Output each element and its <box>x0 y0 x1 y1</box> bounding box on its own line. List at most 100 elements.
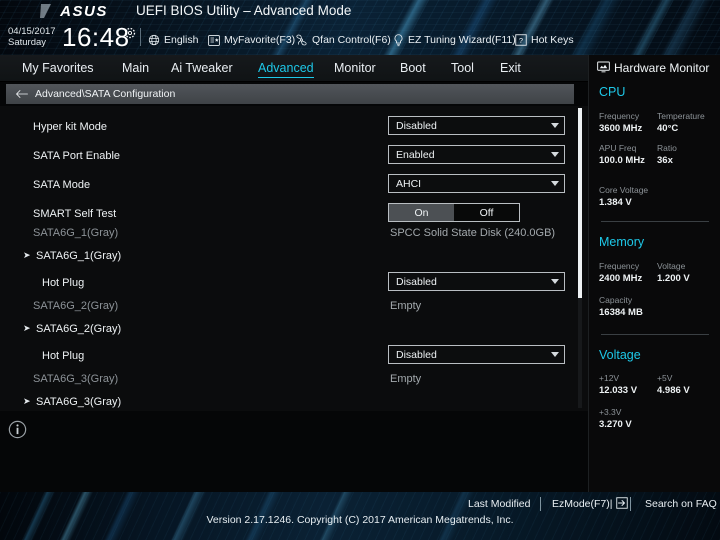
header-item-label: Hot Keys <box>531 34 574 46</box>
tab-label: My Favorites <box>22 61 94 75</box>
dropdown-sata-mode[interactable]: AHCI <box>388 174 565 193</box>
hw-group-title-memory: Memory <box>599 235 645 249</box>
tab-main[interactable]: Main <box>122 55 149 82</box>
tab-exit[interactable]: Exit <box>500 55 521 82</box>
hw-key: +5V <box>657 373 673 383</box>
header-item-label: Qfan Control(F6) <box>312 34 391 46</box>
svg-text:?: ? <box>519 36 523 45</box>
hardware-monitor-title: Hardware Monitor <box>597 60 709 76</box>
hw-value: 4.986 V <box>657 385 690 396</box>
bios-screen: ASUS UEFI BIOS Utility – Advanced Mode 0… <box>0 0 720 540</box>
hw-value: 1.384 V <box>599 197 632 208</box>
header-item-label: MyFavorite(F3) <box>224 34 296 46</box>
submenu-arrow-icon: ➤ <box>23 323 31 333</box>
header-item-label: English <box>164 34 199 46</box>
header-item-qfan-control[interactable]: Qfan Control(F6) <box>295 32 391 48</box>
footer-ez-mode[interactable]: EzMode(F7)| <box>552 496 628 512</box>
date-text: 04/15/2017 <box>8 26 56 37</box>
submenu-arrow-icon: ➤ <box>23 250 31 260</box>
setting-label-sata-port-enable: SATA Port Enable <box>33 150 121 162</box>
setting-label-sata6g-2-menu[interactable]: SATA6G_2(Gray) <box>36 316 121 342</box>
setting-row: Hyper kit Mode Disabled <box>0 114 588 140</box>
footer-search-faq[interactable]: Search on FAQ <box>645 496 717 512</box>
chevron-down-icon <box>551 181 559 186</box>
hw-group-title-cpu: CPU <box>599 85 626 99</box>
breadcrumb-path: Advanced\SATA Configuration <box>35 88 176 100</box>
hw-value: 16384 MB <box>599 307 643 318</box>
tab-label: Tool <box>451 61 474 75</box>
header-bar: ASUS UEFI BIOS Utility – Advanced Mode 0… <box>0 0 720 55</box>
tab-monitor[interactable]: Monitor <box>334 55 376 82</box>
date-display: 04/15/2017 Saturday <box>8 26 56 48</box>
hw-value: 3.270 V <box>599 419 632 430</box>
weekday-text: Saturday <box>8 37 47 48</box>
sidebar-divider <box>601 221 709 222</box>
sidebar-divider <box>601 334 709 335</box>
setting-row: ➤ SATA6G_2(Gray) <box>0 316 588 342</box>
info-icon[interactable] <box>8 420 27 444</box>
hw-value: 12.033 V <box>599 385 638 396</box>
setting-label-hyper-kit-mode: Hyper kit Mode <box>33 121 107 133</box>
hardware-monitor-label: Hardware Monitor <box>614 61 710 75</box>
chevron-down-icon <box>551 279 559 284</box>
hw-key: Temperature <box>657 111 705 121</box>
gear-icon[interactable] <box>124 27 136 39</box>
dropdown-hot-plug-1[interactable]: Disabled <box>388 272 565 291</box>
asus-logo: ASUS <box>60 2 108 20</box>
footer-divider <box>630 497 631 511</box>
dropdown-hyper-kit-mode[interactable]: Disabled <box>388 116 565 135</box>
header-item-english[interactable]: English <box>148 32 198 48</box>
scrollbar-thumb[interactable] <box>578 108 582 298</box>
setting-label-sata6g-1-menu[interactable]: SATA6G_1(Gray) <box>36 243 121 269</box>
dropdown-value: Enabled <box>396 148 435 161</box>
hw-key: Capacity <box>599 295 633 305</box>
setting-row: ➤ SATA6G_3(Gray) <box>0 389 588 411</box>
hw-key: Core Voltage <box>599 185 649 195</box>
header-item-hot-keys[interactable]: ? Hot Keys <box>515 32 574 48</box>
header-item-label: EZ Tuning Wizard(F11) <box>408 34 516 46</box>
dropdown-hot-plug-2[interactable]: Disabled <box>388 345 565 364</box>
hw-key: APU Freq <box>599 143 637 153</box>
dropdown-sata-port-enable[interactable]: Enabled <box>388 145 565 164</box>
footer-bar: Version 2.17.1246. Copyright (C) 2017 Am… <box>0 492 720 540</box>
question-box-icon: ? <box>515 34 527 46</box>
tab-boot[interactable]: Boot <box>400 55 426 82</box>
tab-my-favorites[interactable]: My Favorites <box>22 55 94 82</box>
hw-key: +12V <box>599 373 620 383</box>
monitor-icon <box>597 61 610 76</box>
hardware-monitor-panel: Hardware Monitor CPU Frequency 3600 MHz Tem… <box>588 55 720 492</box>
toggle-option-off[interactable]: Off <box>454 204 519 221</box>
star-list-icon <box>208 34 220 46</box>
tab-advanced[interactable]: Advanced <box>258 55 314 82</box>
fan-icon <box>295 34 308 46</box>
hw-value: 40°C <box>657 123 679 134</box>
tab-tool[interactable]: Tool <box>451 55 474 82</box>
hw-value: 3600 MHz <box>599 123 643 134</box>
chevron-down-icon <box>551 152 559 157</box>
header-item-ez-tuning-wizard[interactable]: EZ Tuning Wizard(F11) <box>393 32 516 48</box>
tab-label: Advanced <box>258 61 314 75</box>
header-item-myfavorite[interactable]: MyFavorite(F3) <box>208 32 295 48</box>
hw-value: 2400 MHz <box>599 273 643 284</box>
chevron-down-icon <box>551 352 559 357</box>
back-arrow-icon[interactable] <box>15 89 28 99</box>
tab-ai-tweaker[interactable]: Ai Tweaker <box>171 55 233 82</box>
globe-icon <box>148 34 160 46</box>
dropdown-value: Disabled <box>396 275 437 288</box>
chevron-down-icon <box>551 123 559 128</box>
tab-label: Ai Tweaker <box>171 61 233 75</box>
tab-label: Monitor <box>334 61 376 75</box>
toggle-option-on[interactable]: On <box>389 204 454 221</box>
setting-label-sata6g-3-menu[interactable]: SATA6G_3(Gray) <box>36 389 121 411</box>
setting-row: SATA Mode AHCI <box>0 172 588 198</box>
footer-last-modified[interactable]: Last Modified <box>468 496 530 512</box>
footer-item-label: Search on FAQ <box>645 498 717 510</box>
exit-arrow-icon <box>615 496 628 512</box>
hw-value: 36x <box>657 155 673 166</box>
dropdown-value: AHCI <box>396 177 422 190</box>
breadcrumb[interactable]: Advanced\SATA Configuration <box>6 84 574 104</box>
tab-label: Main <box>122 61 150 75</box>
page-title: UEFI BIOS Utility – Advanced Mode <box>136 3 352 18</box>
hw-key: +3.3V <box>599 407 622 417</box>
dropdown-value: Disabled <box>396 119 437 132</box>
